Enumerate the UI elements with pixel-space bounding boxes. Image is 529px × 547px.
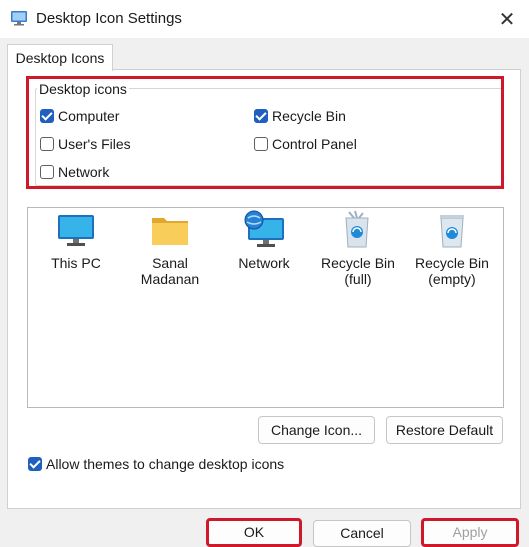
checkbox-label: Allow themes to change desktop icons <box>46 456 285 472</box>
monitor-icon <box>58 215 94 246</box>
tab-desktop-icons[interactable]: Desktop Icons <box>7 44 113 71</box>
restore-default-button[interactable]: Restore Default <box>386 416 503 444</box>
list-item-this-pc[interactable]: This PC <box>36 255 116 271</box>
checkbox-allow-themes[interactable]: Allow themes to change desktop icons <box>28 455 288 473</box>
list-item-recycle-bin-empty[interactable]: Recycle Bin (empty) <box>412 255 492 287</box>
item-label: (empty) <box>428 271 476 287</box>
recycle-bin-empty-icon <box>440 215 464 248</box>
item-label: Sanal <box>152 255 188 271</box>
folder-icon <box>152 218 188 245</box>
close-button[interactable]: ✕ <box>490 4 524 34</box>
change-icon-button[interactable]: Change Icon... <box>258 416 375 444</box>
list-item-recycle-bin-full[interactable]: Recycle Bin (full) <box>318 255 398 287</box>
item-label: (full) <box>344 271 372 287</box>
cancel-button[interactable]: Cancel <box>313 520 411 547</box>
item-label: Madanan <box>140 271 200 287</box>
ok-button[interactable]: OK <box>206 518 302 547</box>
item-label: Network <box>238 255 290 271</box>
checkbox-checked-icon[interactable] <box>28 457 42 471</box>
item-label: Recycle Bin <box>321 255 395 271</box>
highlight-box <box>26 76 504 189</box>
close-icon: ✕ <box>498 8 516 31</box>
window-title: Desktop Icon Settings <box>36 10 182 27</box>
list-item-network[interactable]: Network <box>224 255 304 271</box>
recycle-bin-full-icon <box>345 210 369 248</box>
item-label: This PC <box>51 255 101 271</box>
app-icon <box>11 11 27 26</box>
network-icon <box>244 210 284 247</box>
list-item-user-folder[interactable]: Sanal Madanan <box>130 255 210 287</box>
item-label: Recycle Bin <box>415 255 489 271</box>
apply-button[interactable]: Apply <box>421 518 519 547</box>
